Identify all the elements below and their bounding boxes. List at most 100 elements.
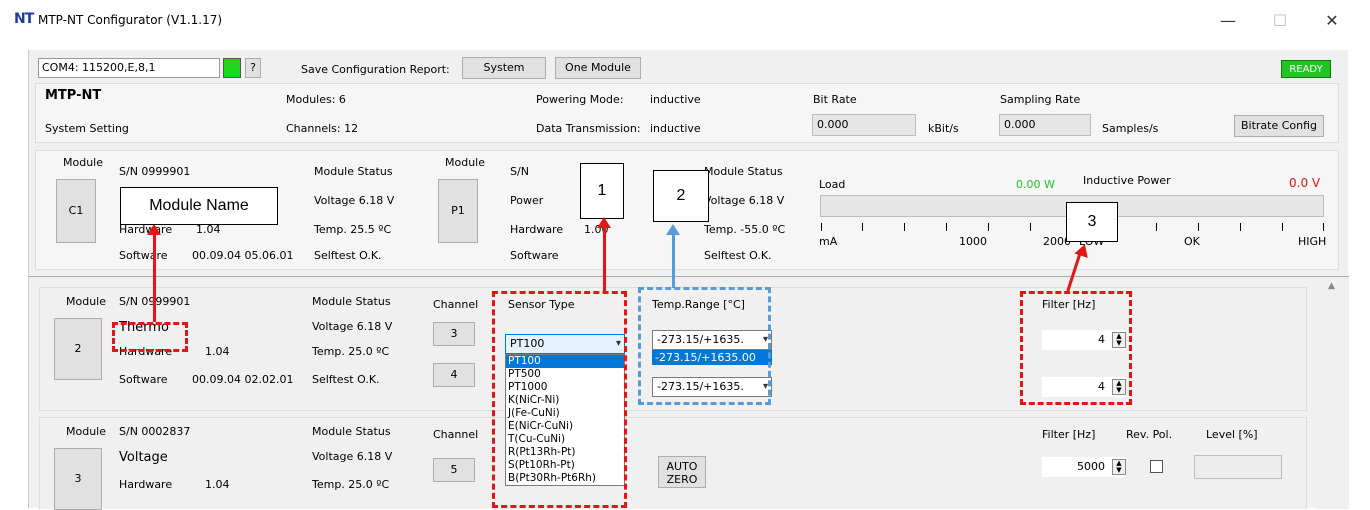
p1-hardware-label: Hardware: [510, 223, 564, 236]
powering-mode-value: inductive: [650, 93, 701, 106]
save-report-label: Save Configuration Report:: [301, 63, 450, 76]
status-badge: READY: [1281, 60, 1331, 78]
m3-hardware-label: Hardware: [119, 478, 173, 491]
channels-count: Channels: 12: [286, 122, 359, 135]
p1-module-label: Module: [445, 156, 485, 169]
system-report-button[interactable]: System: [462, 57, 546, 79]
level-label: Level [%]: [1206, 428, 1258, 441]
m3-serial: S/N 0002837: [119, 425, 191, 438]
p1-software-label: Software: [510, 249, 559, 262]
m2-selftest: Selftest O.K.: [312, 373, 380, 386]
data-transmission-label: Data Transmission:: [536, 122, 641, 135]
scroll-up-icon[interactable]: ▲: [1328, 281, 1335, 291]
c1-temperature: Temp. 25.5 ºC: [314, 223, 392, 236]
sampling-rate-value: 0.000: [999, 114, 1091, 136]
c1-selftest: Selftest O.K.: [314, 249, 382, 262]
p1-voltage: Voltage 6.18 V: [704, 194, 785, 207]
bit-rate-unit: kBit/s: [928, 122, 959, 135]
m2-module-label: Module: [66, 295, 106, 308]
module-3-button[interactable]: 3: [54, 448, 102, 510]
channel-3-button[interactable]: 3: [433, 322, 475, 346]
tick: [862, 223, 863, 231]
callout-module-name: Module Name: [120, 187, 278, 225]
powering-mode-label: Powering Mode:: [536, 93, 624, 106]
m2-voltage: Voltage 6.18 V: [312, 320, 393, 333]
p1-serial: S/N: [510, 165, 529, 178]
p1-status-label: Module Status: [704, 165, 783, 178]
spinner-icon[interactable]: ▲ ▼: [1112, 459, 1126, 475]
arrow-line: [153, 227, 156, 322]
one-module-report-button[interactable]: One Module: [555, 57, 641, 79]
bitrate-config-button[interactable]: Bitrate Config: [1234, 115, 1324, 137]
bit-rate-value: 0.000: [812, 114, 916, 136]
highlight-module-name: [112, 322, 188, 352]
app-logo: NT: [14, 11, 34, 27]
main-area: COM4: 115200,E,8,1 ? Save Configuration …: [28, 50, 1349, 510]
m2-status-label: Module Status: [312, 295, 391, 308]
c1-software-version: 00.09.04 05.06.01: [192, 249, 294, 262]
callout-1: 1: [580, 163, 624, 219]
tick-label: OK: [1184, 235, 1200, 248]
vertical-scrollbar[interactable]: ▲: [1317, 277, 1349, 509]
m3-module-label: Module: [66, 425, 106, 438]
arrow-line: [672, 230, 675, 288]
c1-software-label: Software: [119, 249, 168, 262]
highlight-filter: [1020, 291, 1132, 405]
tick: [988, 223, 989, 231]
maximize-icon[interactable]: ☐: [1266, 10, 1294, 32]
m2-software-version: 00.09.04 02.02.01: [192, 373, 294, 386]
highlight-temp-range: [638, 287, 771, 405]
rev-pol-checkbox[interactable]: [1150, 460, 1163, 473]
m3-hardware-version: 1.04: [205, 478, 230, 491]
tick: [904, 223, 905, 231]
app-window: NT MTP-NT Configurator (V1.1.17) — ☐ ✕ C…: [0, 0, 1370, 510]
m3-module-name: Voltage: [119, 450, 168, 465]
tick: [1282, 223, 1283, 231]
callout-3: 3: [1066, 202, 1118, 242]
modules-count: Modules: 6: [286, 93, 346, 106]
bit-rate-label: Bit Rate: [813, 93, 857, 106]
tick-label: HIGH: [1298, 235, 1327, 248]
arrow-head-icon: [666, 224, 680, 235]
load-label: Load: [819, 178, 846, 191]
close-icon[interactable]: ✕: [1318, 10, 1346, 32]
c1-serial: S/N 0999901: [119, 165, 191, 178]
m2-software-label: Software: [119, 373, 168, 386]
level-field: [1194, 455, 1282, 479]
m2-channel-label: Channel: [433, 298, 479, 311]
help-button[interactable]: ?: [245, 58, 261, 78]
tick: [1240, 223, 1241, 231]
tick: [1198, 223, 1199, 231]
m2-hardware-version: 1.04: [205, 345, 230, 358]
system-name: MTP-NT: [45, 88, 102, 103]
m2-temperature: Temp. 25.0 ºC: [312, 345, 390, 358]
load-value: 0.00 W: [1016, 178, 1055, 191]
p1-temperature: Temp. -55.0 ºC: [704, 223, 786, 236]
module-p1-button[interactable]: P1: [438, 179, 478, 243]
arrow-head-icon: [597, 217, 611, 228]
data-transmission-value: inductive: [650, 122, 701, 135]
auto-zero-button[interactable]: AUTO ZERO: [658, 456, 706, 488]
tick-label: mA: [819, 235, 838, 248]
arrow-head-icon: [147, 224, 161, 235]
module-2-button[interactable]: 2: [54, 318, 102, 380]
tick: [821, 223, 822, 231]
rev-pol-label: Rev. Pol.: [1126, 428, 1173, 441]
m3-voltage: Voltage 6.18 V: [312, 450, 393, 463]
channel-4-button[interactable]: 4: [433, 363, 475, 387]
system-setting-label: System Setting: [45, 122, 129, 135]
c1-status-label: Module Status: [314, 165, 393, 178]
sampling-rate-label: Sampling Rate: [1000, 93, 1081, 106]
tick-label: 1000: [959, 235, 987, 248]
c1-voltage: Voltage 6.18 V: [314, 194, 395, 207]
minimize-icon[interactable]: —: [1214, 10, 1242, 32]
module-3-panel: Module 3 S/N 0002837 Voltage Hardware 1.…: [39, 417, 1307, 510]
com-port-field[interactable]: COM4: 115200,E,8,1: [38, 58, 220, 78]
inductive-power-value: 0.0 V: [1289, 176, 1321, 190]
m3-temperature: Temp. 25.0 ºC: [312, 478, 390, 491]
system-panel: MTP-NT System Setting Modules: 6 Channel…: [35, 83, 1339, 143]
m3-channel-label: Channel: [433, 428, 479, 441]
module-c1-button[interactable]: C1: [56, 179, 96, 243]
channel-5-button[interactable]: 5: [433, 458, 475, 482]
p1-power-label: Power: [510, 194, 544, 207]
